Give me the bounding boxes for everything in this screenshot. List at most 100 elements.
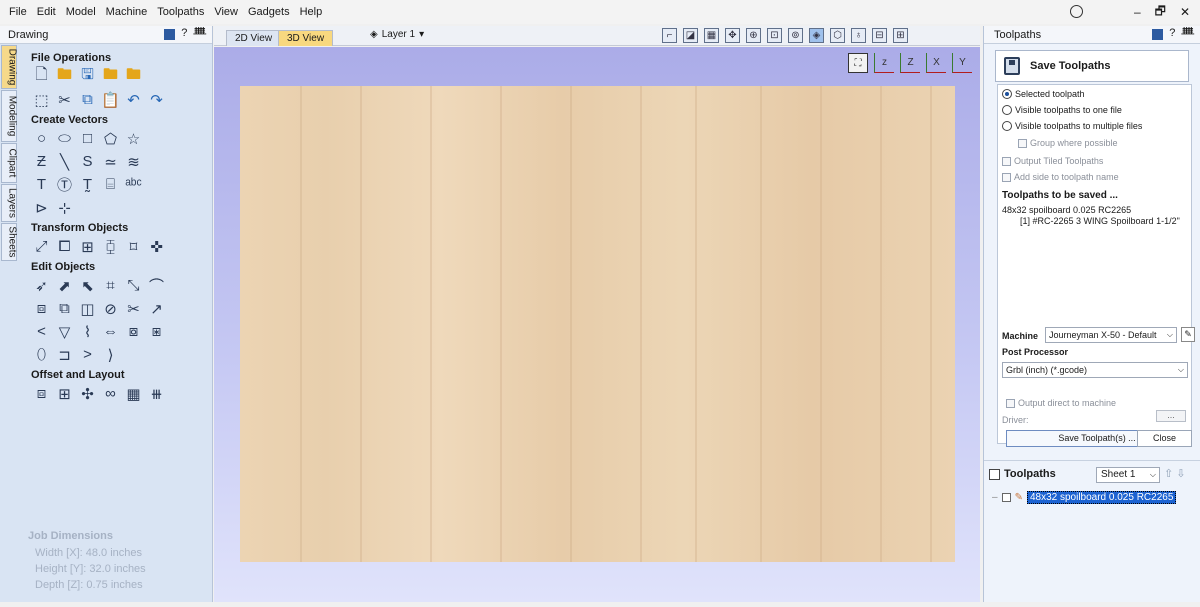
scissors-icon[interactable]: ✂ bbox=[125, 300, 142, 318]
model-icon[interactable]: ◪ bbox=[683, 28, 698, 43]
layer-selector[interactable]: ◈ Layer 1 ▾ bbox=[370, 29, 424, 40]
pin-icon[interactable]: ᚙ bbox=[193, 27, 206, 40]
nest-icon[interactable]: ⧆ bbox=[148, 323, 165, 340]
panel-toggle-icon[interactable] bbox=[1152, 29, 1164, 40]
offset-icon[interactable]: ⧈ bbox=[33, 385, 50, 402]
undo-icon[interactable]: ↶ bbox=[125, 91, 142, 109]
nesting-icon[interactable]: ✣ bbox=[79, 385, 96, 403]
zoom-box-icon[interactable]: ⊡ bbox=[767, 28, 782, 43]
open-folder-icon[interactable]: 🖿 bbox=[56, 66, 73, 85]
copy-icon[interactable]: ⧉ bbox=[79, 91, 96, 108]
post-processor-select[interactable]: Grbl (inch) (*.gcode) ⌵ bbox=[1002, 362, 1188, 378]
new-file-icon[interactable]: 🗋 bbox=[33, 66, 50, 85]
offset-edit-icon[interactable]: ⧇ bbox=[125, 323, 142, 340]
trim-icon[interactable]: ⌗ bbox=[102, 277, 119, 294]
menu-gadgets[interactable]: Gadgets bbox=[243, 0, 295, 24]
grid-copy-icon[interactable]: ▦ bbox=[125, 385, 142, 403]
checkbox[interactable] bbox=[1018, 138, 1027, 148]
arrow-up-icon[interactable]: ⇧ bbox=[1164, 467, 1173, 480]
driver-browse-button[interactable]: ... bbox=[1156, 410, 1186, 422]
split-view-icon[interactable]: ⊟ bbox=[872, 28, 887, 43]
curve-fit-icon[interactable]: ⌇ bbox=[79, 323, 96, 341]
close-button[interactable]: Close bbox=[1137, 430, 1192, 447]
tab-2d-view[interactable]: 2D View bbox=[226, 30, 282, 46]
circle-icon[interactable]: ○ bbox=[33, 130, 50, 147]
edit-machine-icon[interactable]: ✎ bbox=[1181, 327, 1195, 342]
star-icon[interactable]: ☆ bbox=[125, 130, 142, 148]
copy-along-icon[interactable]: ∞ bbox=[102, 385, 119, 402]
text-on-curve-icon[interactable]: T̰ bbox=[79, 176, 96, 193]
select-icon[interactable]: ➶ bbox=[33, 277, 50, 295]
axis-y-up-icon[interactable]: z bbox=[874, 53, 894, 73]
interactive-transform-icon[interactable]: ⬉ bbox=[79, 277, 96, 295]
tile-icon[interactable]: ⧻ bbox=[148, 385, 165, 403]
option-visible-one-file[interactable]: Visible toolpaths to one file bbox=[1002, 105, 1122, 115]
pan-icon[interactable]: ✥ bbox=[725, 28, 740, 43]
arc-icon[interactable]: ╲ bbox=[56, 153, 73, 171]
draw-icon[interactable]: ⌐ bbox=[662, 28, 677, 43]
3d-viewport[interactable]: ⛶ z Z X Y bbox=[214, 47, 980, 602]
node-edit-icon[interactable]: ⬈ bbox=[56, 277, 73, 295]
option-visible-multiple-files[interactable]: Visible toolpaths to multiple files bbox=[1002, 121, 1142, 131]
menu-toolpaths[interactable]: Toolpaths bbox=[152, 0, 209, 24]
array-icon[interactable]: ⊞ bbox=[56, 385, 73, 403]
menu-help[interactable]: Help bbox=[295, 0, 328, 24]
axis-y-icon[interactable]: Y bbox=[952, 53, 972, 73]
toolpath-name[interactable]: 48x32 spoilboard 0.025 RC2265 bbox=[1026, 491, 1177, 504]
sheet-select[interactable]: Sheet 1 ⌵ bbox=[1096, 467, 1160, 483]
redo-icon[interactable]: ↷ bbox=[148, 91, 165, 109]
distort-icon[interactable]: ⌑ bbox=[125, 238, 142, 256]
mirror-icon[interactable]: ⧮ bbox=[102, 238, 119, 255]
option-add-side[interactable]: Add side to toolpath name bbox=[1002, 172, 1119, 182]
curve-icon[interactable]: S bbox=[79, 153, 96, 170]
select-all-icon[interactable]: ⬚ bbox=[33, 91, 50, 109]
help-icon[interactable]: ? bbox=[181, 27, 187, 40]
radio-button[interactable] bbox=[1002, 121, 1012, 131]
checkbox[interactable] bbox=[1006, 398, 1015, 408]
axis-z-icon[interactable]: Z bbox=[900, 53, 920, 73]
spiral-icon[interactable]: ≃ bbox=[102, 153, 119, 171]
menu-model[interactable]: Model bbox=[61, 0, 101, 24]
move-icon[interactable]: ⤢ bbox=[33, 238, 50, 255]
export-folder-icon[interactable]: 🖿 bbox=[125, 66, 142, 85]
pattern-icon[interactable]: ≋ bbox=[125, 153, 142, 171]
select-all-checkbox[interactable] bbox=[989, 468, 1000, 480]
close-window-button[interactable]: ✕ bbox=[1180, 5, 1190, 19]
polyline-icon[interactable]: Ƶ bbox=[33, 153, 50, 170]
center-icon[interactable]: ✜ bbox=[148, 238, 165, 256]
option-output-tiled[interactable]: Output Tiled Toolpaths bbox=[1002, 156, 1103, 166]
menu-file[interactable]: File bbox=[4, 0, 32, 24]
account-icon[interactable] bbox=[1070, 5, 1083, 18]
fillet-icon[interactable]: ⊘ bbox=[102, 300, 119, 318]
v-shape-icon[interactable]: ▽ bbox=[56, 323, 73, 341]
closed-icon[interactable]: ⬯ bbox=[33, 346, 50, 363]
convert-icon[interactable]: ⇔ bbox=[102, 323, 119, 340]
intersect-icon[interactable]: ◫ bbox=[79, 300, 96, 318]
cut-icon[interactable]: ✂ bbox=[56, 91, 73, 109]
render-icon[interactable]: ♁ bbox=[851, 28, 866, 43]
window-icon[interactable]: ⊞ bbox=[893, 28, 908, 43]
autolayout-text-icon[interactable]: ⌸ bbox=[102, 176, 119, 193]
tab-3d-view[interactable]: 3D View bbox=[278, 30, 334, 46]
radio-button[interactable] bbox=[1002, 105, 1012, 115]
arrow-down-icon[interactable]: ⇩ bbox=[1176, 467, 1185, 480]
dimension-icon[interactable]: ⊳ bbox=[33, 199, 50, 217]
zoom-extents-icon[interactable]: ⊚ bbox=[788, 28, 803, 43]
subtract-icon[interactable]: ⧉ bbox=[56, 300, 73, 317]
weld-icon[interactable]: ⧈ bbox=[33, 300, 50, 317]
restore-button[interactable]: 🗗 bbox=[1155, 2, 1166, 23]
wireframe-icon[interactable]: ⬡ bbox=[830, 28, 845, 43]
tab-drawing[interactable]: Drawing bbox=[1, 45, 18, 89]
tab-sheets[interactable]: Sheets bbox=[1, 223, 18, 261]
shaded-icon[interactable]: ◈ bbox=[809, 28, 824, 43]
measure-icon[interactable]: ⊹ bbox=[56, 199, 73, 217]
checkbox[interactable] bbox=[1002, 172, 1011, 182]
join-icon[interactable]: ⤡ bbox=[125, 277, 142, 294]
menu-edit[interactable]: Edit bbox=[32, 0, 61, 24]
option-group-where-possible[interactable]: Group where possible bbox=[1018, 138, 1118, 148]
menu-machine[interactable]: Machine bbox=[101, 0, 153, 24]
checkbox[interactable] bbox=[1002, 156, 1011, 166]
fit-icon[interactable]: ⛶ bbox=[848, 53, 868, 73]
option-selected-toolpath[interactable]: Selected toolpath bbox=[1002, 89, 1085, 99]
machine-select[interactable]: Journeyman X-50 - Default ⌵ bbox=[1045, 327, 1177, 343]
